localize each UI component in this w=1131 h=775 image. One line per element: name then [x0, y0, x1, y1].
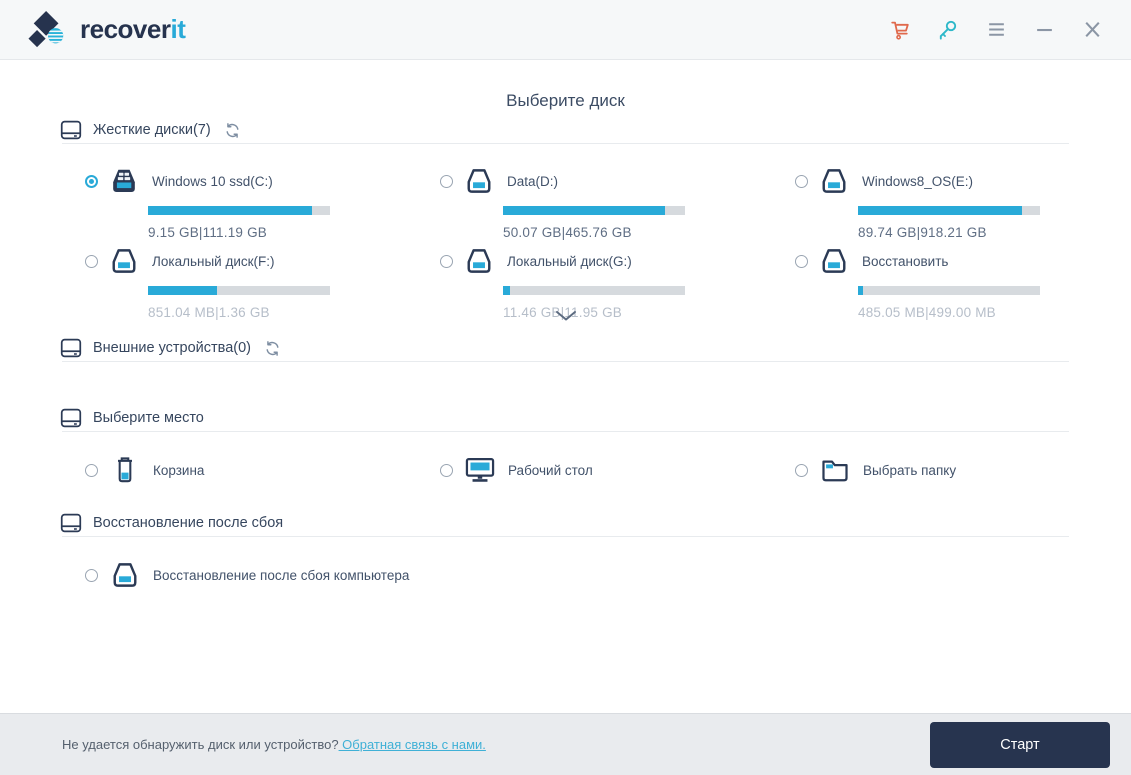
capacity-bar — [503, 206, 685, 215]
hamburger-menu-icon[interactable] — [983, 17, 1009, 43]
drive-name: Windows 10 ssd(C:) — [152, 173, 273, 189]
drive-name: Локальный диск(F:) — [152, 253, 275, 269]
hard-drive-icon — [60, 408, 82, 428]
disk-drive-icon — [819, 167, 849, 195]
section-hard-disks: Жесткие диски(7) — [60, 119, 241, 141]
drive-size: 89.74 GB|918.21 GB — [858, 225, 987, 240]
location-label: Выбрать папку — [863, 462, 957, 478]
radio-button[interactable] — [795, 254, 808, 268]
section-crash-recovery: Восстановление после сбоя — [60, 512, 283, 534]
app-logo: recoverit — [26, 10, 186, 50]
location-item-recycle-bin[interactable]: Корзина — [85, 453, 204, 487]
capacity-bar — [148, 206, 330, 215]
logo-mark-icon — [26, 10, 70, 50]
section-external-devices-label: Внешние устройства(0) — [93, 340, 251, 356]
help-text: Не удается обнаружить диск или устройств… — [62, 737, 486, 752]
disk-drive-icon — [109, 247, 139, 275]
disk-drive-icon — [464, 247, 494, 275]
drive-name: Восстановить — [862, 253, 949, 269]
radio-button[interactable] — [440, 463, 453, 477]
hard-drive-icon — [60, 120, 82, 140]
footer: Не удается обнаружить диск или устройств… — [0, 713, 1131, 775]
section-crash-recovery-label: Восстановление после сбоя — [93, 515, 284, 531]
location-label: Рабочий стол — [508, 462, 593, 478]
section-select-location-label: Выберите место — [93, 410, 204, 426]
minimize-button[interactable] — [1031, 17, 1057, 43]
radio-button[interactable] — [85, 463, 98, 477]
divider — [62, 536, 1069, 537]
section-external-devices: Внешние устройства(0) — [60, 337, 281, 359]
help-question: Не удается обнаружить диск или устройств… — [62, 737, 339, 752]
section-select-location: Выберите место — [60, 407, 204, 429]
capacity-bar — [858, 286, 1040, 295]
section-hard-disks-label: Жесткие диски(7) — [93, 122, 211, 138]
location-label: Корзина — [153, 462, 205, 478]
disk-drive-icon — [819, 247, 849, 275]
radio-button[interactable] — [85, 254, 98, 268]
desktop-monitor-icon — [464, 456, 496, 484]
crash-recovery-item[interactable]: Восстановление после сбоя компьютера — [85, 558, 409, 592]
page-title: Выберите диск — [506, 91, 625, 110]
drive-name: Windows8_OS(E:) — [862, 173, 974, 189]
drive-size: 9.15 GB|111.19 GB — [148, 225, 267, 240]
radio-button[interactable] — [440, 174, 453, 188]
radio-button[interactable] — [795, 463, 808, 477]
hard-drive-icon — [60, 338, 82, 358]
drive-size: 50.07 GB|465.76 GB — [503, 225, 632, 240]
crash-recovery-label: Восстановление после сбоя компьютера — [153, 567, 410, 583]
disk-drive-icon — [464, 167, 494, 195]
key-icon[interactable] — [935, 17, 961, 43]
drive-name: Локальный диск(G:) — [507, 253, 632, 269]
titlebar-actions — [887, 17, 1105, 43]
drive-item-e[interactable]: Windows8_OS(E:) 89.74 GB|918.21 GB — [795, 167, 1107, 240]
radio-button[interactable] — [440, 254, 453, 268]
brand-part-recover: recover — [80, 14, 171, 44]
divider — [62, 361, 1069, 362]
feedback-link[interactable]: Обратная связь с нами. — [339, 737, 486, 752]
hard-drive-icon — [60, 513, 82, 533]
recoverit-window: recoverit Выберите диск Жесткие диски(7)… — [0, 0, 1131, 775]
capacity-bar — [148, 286, 330, 295]
refresh-icon[interactable] — [264, 340, 281, 357]
drive-item-c[interactable]: Windows 10 ssd(C:) 9.15 GB|111.19 GB — [85, 167, 397, 240]
drive-item-d[interactable]: Data(D:) 50.07 GB|465.76 GB — [440, 167, 752, 240]
start-button[interactable]: Старт — [930, 721, 1110, 768]
divider — [62, 143, 1069, 144]
folder-icon — [819, 457, 851, 483]
brand-part-it: it — [170, 14, 186, 44]
refresh-icon[interactable] — [224, 122, 241, 139]
cart-icon[interactable] — [887, 17, 913, 43]
drive-name: Data(D:) — [507, 173, 559, 189]
disk-drive-icon — [109, 561, 141, 589]
recycle-bin-icon — [109, 455, 141, 485]
radio-button[interactable] — [85, 568, 98, 582]
divider — [62, 431, 1069, 432]
titlebar: recoverit — [0, 0, 1131, 60]
location-item-select-folder[interactable]: Выбрать папку — [795, 453, 956, 487]
capacity-bar — [503, 286, 685, 295]
disk-drive-icon — [109, 167, 139, 195]
chevron-down-icon[interactable] — [0, 310, 1131, 322]
capacity-bar — [858, 206, 1040, 215]
radio-button[interactable] — [795, 174, 808, 188]
radio-button[interactable] — [85, 174, 98, 188]
brand-name: recoverit — [80, 14, 186, 45]
close-button[interactable] — [1079, 17, 1105, 43]
location-item-desktop[interactable]: Рабочий стол — [440, 453, 593, 487]
